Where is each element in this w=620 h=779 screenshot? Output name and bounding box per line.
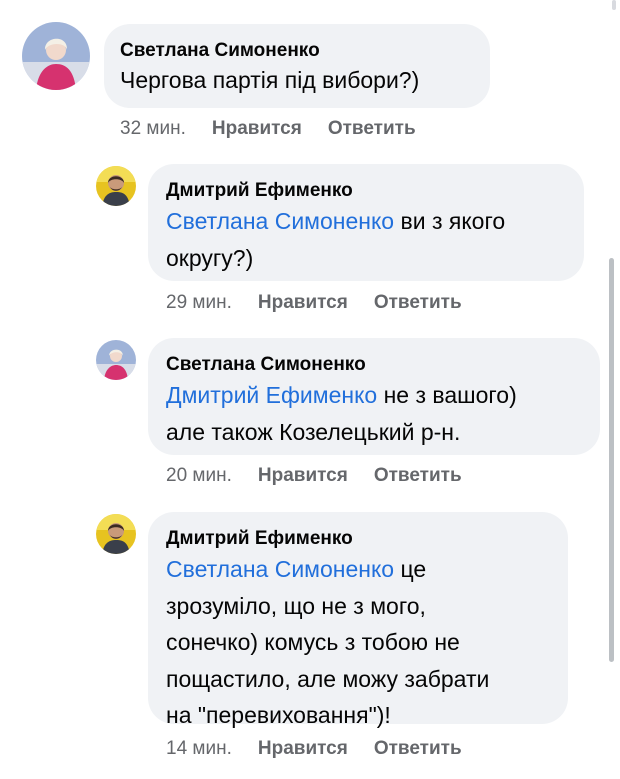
mention-link[interactable]: Светлана Симоненко <box>166 556 394 582</box>
avatar[interactable] <box>22 22 90 90</box>
like-button[interactable]: Нравится <box>258 465 348 486</box>
comment-time[interactable]: 29 мин. <box>166 292 232 313</box>
top-divider <box>612 0 616 10</box>
comment-text-line: це <box>394 556 427 582</box>
mention-link[interactable]: Светлана Симоненко <box>166 208 394 234</box>
comment-text: Дмитрий Ефименко не з вашого) але також … <box>166 377 596 450</box>
reply-button[interactable]: Ответить <box>374 738 462 759</box>
avatar[interactable] <box>96 166 136 206</box>
avatar[interactable] <box>96 514 136 554</box>
comment-meta: 29 мин. Нравится Ответить <box>166 292 462 314</box>
reply-button[interactable]: Ответить <box>374 292 462 313</box>
comment-text-line: округу?) <box>166 244 254 271</box>
comment-thread: Светлана Симоненко Чергова партія під ви… <box>0 0 620 779</box>
man-avatar-icon <box>96 514 136 554</box>
avatar[interactable] <box>96 340 136 380</box>
comment-time[interactable]: 20 мин. <box>166 465 232 486</box>
comment-time[interactable]: 14 мин. <box>166 738 232 759</box>
like-button[interactable]: Нравится <box>258 292 348 313</box>
comment-text: Светлана Симоненко це зрозуміло, що не з… <box>166 551 564 734</box>
comment-text-line: пощастило, але можу забрати <box>166 665 490 692</box>
comment-author[interactable]: Светлана Симоненко <box>166 354 366 376</box>
comment-meta: 14 мин. Нравится Ответить <box>166 738 462 760</box>
comment-time[interactable]: 32 мин. <box>120 118 186 139</box>
comment-text: Чергова партія під вибори?) <box>120 62 419 99</box>
comment-author[interactable]: Дмитрий Ефименко <box>166 180 353 202</box>
comment-text-line: сонечко) комусь з тобою не <box>166 629 460 655</box>
scrollbar[interactable] <box>609 258 614 662</box>
like-button[interactable]: Нравится <box>212 118 302 139</box>
comment-author[interactable]: Дмитрий Ефименко <box>166 528 353 550</box>
reply-button[interactable]: Ответить <box>328 118 416 139</box>
comment-text-line: ви з якого <box>394 208 506 234</box>
woman-avatar-icon <box>22 22 90 90</box>
comment-author[interactable]: Светлана Симоненко <box>120 40 320 62</box>
comment-text-line: на "перевиховання")! <box>166 702 391 728</box>
comment-meta: 32 мин. Нравится Ответить <box>120 118 416 140</box>
woman-avatar-icon <box>96 340 136 380</box>
comment-text: Светлана Симоненко ви з якого округу?) <box>166 203 578 276</box>
man-avatar-icon <box>96 166 136 206</box>
comment-text-line: Чергова партія під вибори?) <box>120 67 420 93</box>
comment-text-line: зрозуміло, що не з мого, <box>166 592 426 619</box>
mention-link[interactable]: Дмитрий Ефименко <box>166 382 377 408</box>
comment-text-line: не з вашого) <box>377 382 517 408</box>
like-button[interactable]: Нравится <box>258 738 348 759</box>
comment-meta: 20 мин. Нравится Ответить <box>166 465 462 487</box>
reply-button[interactable]: Ответить <box>374 465 462 486</box>
comment-text-line: але також Козелецький р-н. <box>166 418 461 445</box>
